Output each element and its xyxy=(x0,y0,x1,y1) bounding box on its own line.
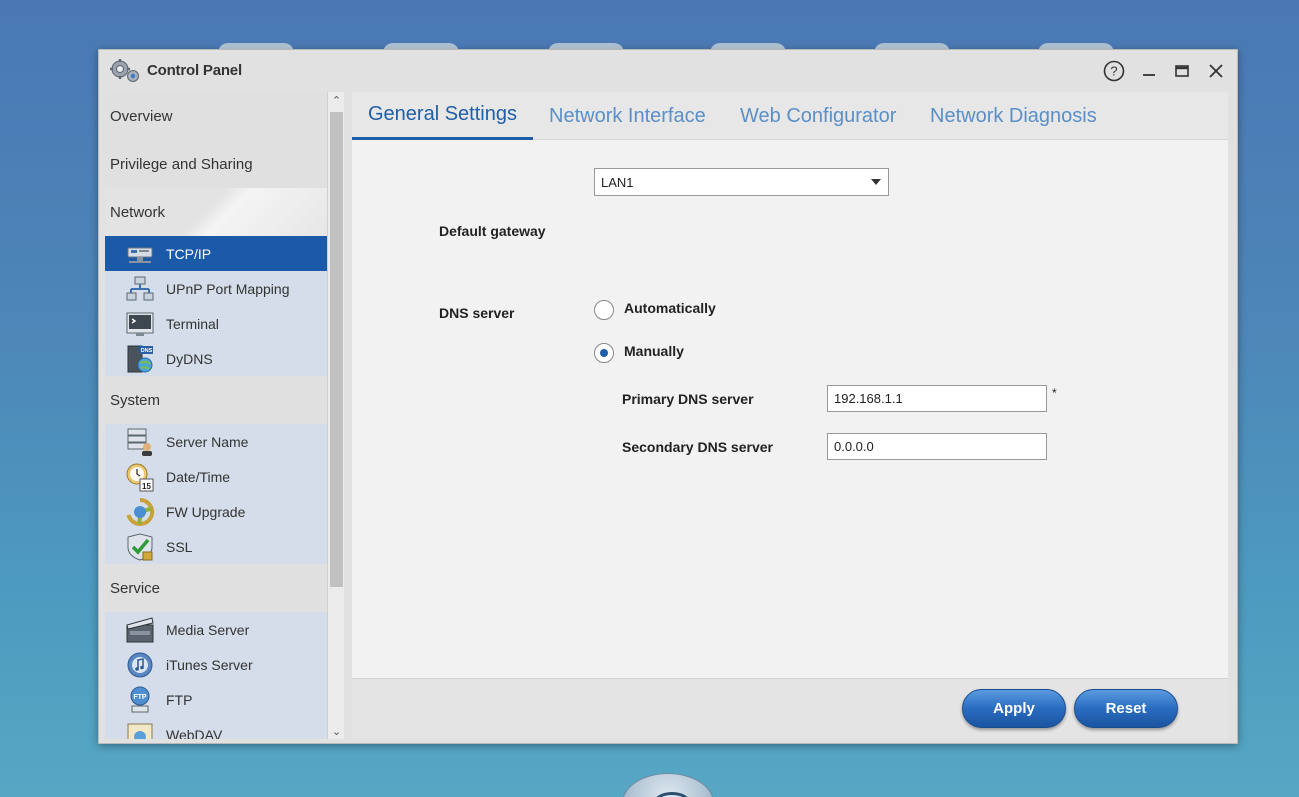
dns-automatically-radio[interactable] xyxy=(594,300,614,320)
tab-network-interface[interactable]: Network Interface xyxy=(533,92,722,140)
dns-server-label: DNS server xyxy=(439,305,515,321)
apply-button[interactable]: Apply xyxy=(962,689,1066,728)
sidebar-item-server-name[interactable]: Server Name xyxy=(105,424,327,459)
dns-automatically-label[interactable]: Automatically xyxy=(624,300,716,316)
media-server-icon xyxy=(126,616,154,642)
sidebar-item-upnp-port-mapping[interactable]: UPnP Port Mapping xyxy=(105,271,327,306)
sidebar-item-media-server[interactable]: Media Server xyxy=(105,612,327,647)
sidebar-item-label: DyDNS xyxy=(166,350,213,367)
dns-manually-label[interactable]: Manually xyxy=(624,343,684,359)
sidebar-item-label: Server Name xyxy=(166,433,249,450)
chevron-down-icon xyxy=(871,179,881,185)
required-marker: * xyxy=(1052,386,1057,400)
default-gateway-label: Default gateway xyxy=(439,223,546,239)
sidebar-list: Overview Privilege and Sharing Network T… xyxy=(105,92,327,739)
dock-icon[interactable] xyxy=(622,773,714,797)
maximize-icon[interactable] xyxy=(1171,60,1193,82)
secondary-dns-input[interactable] xyxy=(827,433,1047,460)
sidebar-item-label: Terminal xyxy=(166,315,219,332)
sidebar-item-date-time[interactable]: 15 Date/Time xyxy=(105,459,327,494)
fw-upgrade-icon xyxy=(126,497,155,526)
sidebar-item-label: iTunes Server xyxy=(166,656,253,673)
default-gateway-value: LAN1 xyxy=(601,175,634,190)
sidebar-item-label: Date/Time xyxy=(166,468,231,485)
sidebar-item-ssl[interactable]: SSL xyxy=(105,529,327,564)
sidebar-item-webdav[interactable]: WebDAV xyxy=(105,717,327,739)
help-icon[interactable]: ? xyxy=(1103,60,1125,82)
control-panel-window: Control Panel ? Overview Privilege and S… xyxy=(98,49,1238,744)
svg-text:FTP: FTP xyxy=(133,694,147,701)
sidebar-section-privilege-sharing[interactable]: Privilege and Sharing xyxy=(105,140,327,188)
ftp-icon: FTP xyxy=(130,686,150,712)
footer-bar: Apply Reset xyxy=(352,678,1228,739)
sidebar-item-label: Media Server xyxy=(166,621,250,638)
server-name-icon xyxy=(127,428,152,456)
system-subitems: Server Name 15 Date/Time FW Upgrade SSL xyxy=(105,424,327,564)
sidebar-item-itunes-server[interactable]: iTunes Server xyxy=(105,647,327,682)
itunes-server-icon xyxy=(127,652,153,677)
sidebar-item-tcpip[interactable]: TCP/IP xyxy=(105,236,327,271)
sidebar-item-label: WebDAV xyxy=(166,726,223,740)
sidebar-item-dydns[interactable]: DNS DyDNS xyxy=(105,341,327,376)
close-icon[interactable] xyxy=(1205,60,1227,82)
primary-dns-label: Primary DNS server xyxy=(622,391,754,407)
webdav-icon xyxy=(127,723,153,739)
secondary-dns-label: Secondary DNS server xyxy=(622,439,773,455)
scroll-thumb[interactable] xyxy=(330,112,343,587)
sidebar-item-ftp[interactable]: FTP FTP xyxy=(105,682,327,717)
service-subitems: Media Server iTunes Server FTP FTP WebDA… xyxy=(105,612,327,739)
network-card-icon xyxy=(127,247,153,263)
minimize-icon[interactable] xyxy=(1138,60,1160,82)
ssl-icon xyxy=(127,532,153,561)
tab-network-diagnosis[interactable]: Network Diagnosis xyxy=(914,92,1113,140)
tab-general-settings[interactable]: General Settings xyxy=(352,92,533,140)
sidebar-item-label: TCP/IP xyxy=(166,245,212,262)
sidebar-item-terminal[interactable]: Terminal xyxy=(105,306,327,341)
sidebar-section-overview[interactable]: Overview xyxy=(105,92,327,140)
tab-web-configurator[interactable]: Web Configurator xyxy=(724,92,912,140)
scroll-up-icon[interactable]: ⌃ xyxy=(328,92,344,108)
sidebar-item-label: FTP xyxy=(166,691,193,708)
terminal-icon xyxy=(126,312,154,336)
reset-button[interactable]: Reset xyxy=(1074,689,1178,728)
sidebar-item-label: FW Upgrade xyxy=(166,503,246,520)
network-subitems: TCP/IP UPnP Port Mapping Terminal DNS Dy… xyxy=(105,236,327,376)
svg-text:?: ? xyxy=(1110,64,1117,79)
primary-dns-input[interactable] xyxy=(827,385,1047,412)
svg-text:DNS: DNS xyxy=(141,348,153,354)
sidebar-item-label: UPnP Port Mapping xyxy=(166,280,290,297)
title-bar[interactable]: Control Panel ? xyxy=(99,50,1237,90)
svg-text:15: 15 xyxy=(142,482,151,491)
date-time-icon: 15 xyxy=(126,463,154,491)
dydns-icon: DNS xyxy=(127,345,153,372)
sidebar-section-network[interactable]: Network xyxy=(105,188,327,236)
main-panel: General Settings Network Interface Web C… xyxy=(352,92,1228,739)
scroll-down-icon[interactable]: ⌄ xyxy=(328,723,344,739)
sidebar-item-fw-upgrade[interactable]: FW Upgrade xyxy=(105,494,327,529)
sidebar-item-label: SSL xyxy=(166,538,193,555)
sidebar-scrollbar[interactable]: ⌃ ⌄ xyxy=(327,92,344,739)
default-gateway-select[interactable]: LAN1 xyxy=(594,168,889,196)
tab-bar: General Settings Network Interface Web C… xyxy=(352,92,1228,140)
sidebar: Overview Privilege and Sharing Network T… xyxy=(105,92,344,739)
sidebar-section-system[interactable]: System xyxy=(105,376,327,424)
window-title: Control Panel xyxy=(147,62,242,79)
dns-manually-radio[interactable] xyxy=(594,343,614,363)
control-panel-gears-icon xyxy=(110,59,139,82)
port-mapping-icon xyxy=(126,276,154,300)
sidebar-section-service[interactable]: Service xyxy=(105,564,327,612)
